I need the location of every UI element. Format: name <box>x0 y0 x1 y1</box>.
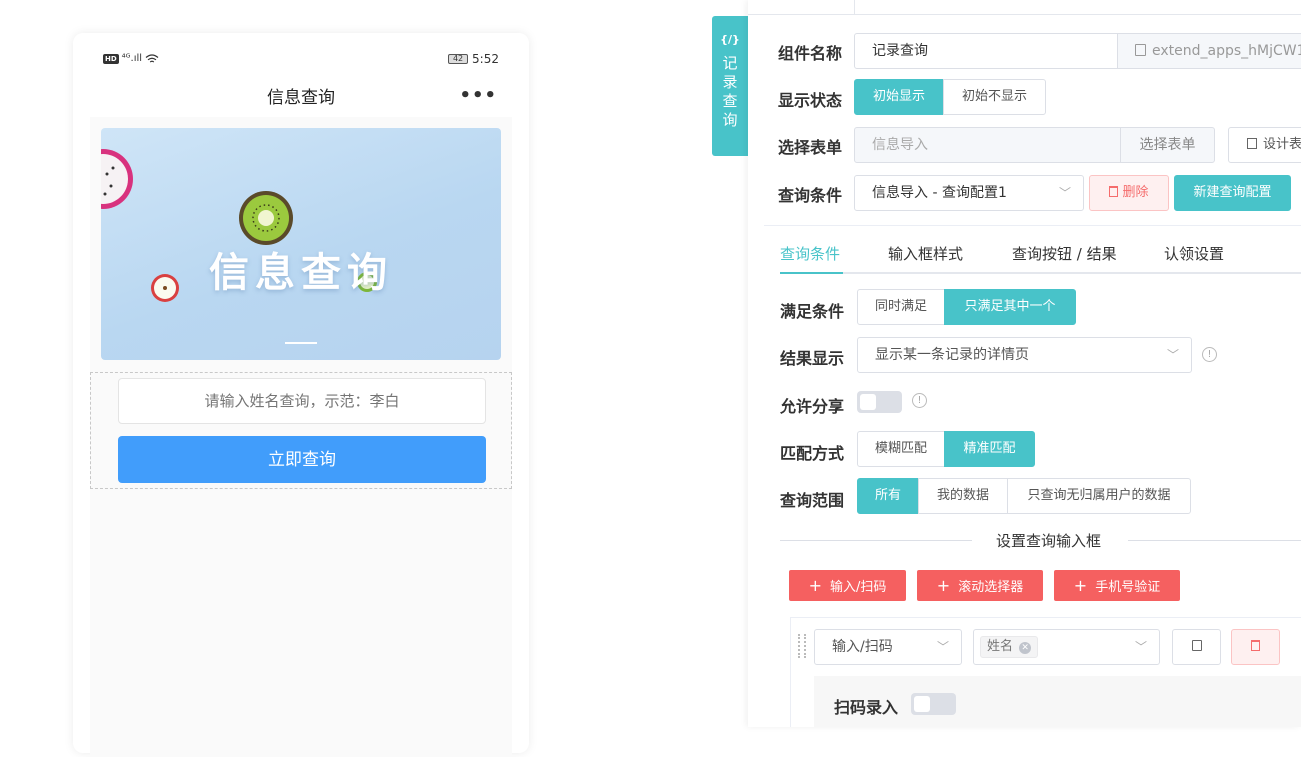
signal-icon: ⁴ᴳ.ıll <box>121 53 143 64</box>
satisfy-any-button[interactable]: 只满足其中一个 <box>944 289 1076 325</box>
input-settings-title: 设置查询输入框 <box>996 532 1102 550</box>
satisfy-condition-label: 满足条件 <box>780 302 845 321</box>
trash-icon <box>1109 186 1119 197</box>
add-phone-verify-button[interactable]: + 手机号验证 <box>1054 570 1180 601</box>
drag-handle-icon[interactable] <box>798 634 806 658</box>
field-tag-select[interactable]: 姓名 ✕ ﹀ <box>973 629 1160 665</box>
section-divider <box>764 225 1301 226</box>
chevron-down-icon: ﹀ <box>1166 348 1179 362</box>
divider-line-left <box>780 540 972 541</box>
tab-input-style[interactable]: 输入框样式 <box>888 243 963 264</box>
allow-share-toggle[interactable] <box>857 391 902 413</box>
query-section[interactable]: 立即查询 <box>90 372 512 489</box>
settings-panel: 组件名称 记录查询 extend_apps_hMjCW1 显示状态 初始显示 初… <box>748 0 1301 727</box>
delete-row-button[interactable] <box>1231 629 1280 665</box>
component-tab-record-query[interactable]: {/} 记录查询 <box>712 16 748 156</box>
component-name-input[interactable]: 记录查询 <box>854 33 1118 69</box>
add-input-scan-button[interactable]: + 输入/扫码 <box>789 570 906 601</box>
plus-icon: + <box>1073 576 1088 595</box>
scope-all-button[interactable]: 所有 <box>857 478 919 514</box>
more-icon[interactable]: ••• <box>459 85 497 106</box>
scan-entry-toggle[interactable] <box>911 693 956 715</box>
tab-claim-settings[interactable]: 认领设置 <box>1164 243 1224 264</box>
add-scroll-picker-button[interactable]: + 滚动选择器 <box>917 570 1043 601</box>
divider-line-right <box>1128 540 1301 541</box>
search-input[interactable] <box>118 378 486 424</box>
status-bar-right: 42 5:52 <box>448 52 499 66</box>
display-initial-button[interactable]: 初始显示 <box>854 79 944 115</box>
match-mode-label: 匹配方式 <box>780 444 845 463</box>
trash-icon <box>1251 640 1260 651</box>
tabs-baseline <box>780 272 1301 274</box>
info-icon[interactable]: ! <box>1202 347 1217 362</box>
search-button[interactable]: 立即查询 <box>118 436 486 483</box>
select-form-label: 选择表单 <box>778 138 843 157</box>
input-type-select[interactable]: 输入/扫码 ﹀ <box>814 629 962 665</box>
kiwi-icon <box>239 191 293 245</box>
phone-preview: HD ⁴ᴳ.ıll 42 5:52 信息查询 ••• 信息查询 请输入姓名查询，… <box>73 33 529 757</box>
banner-underline <box>285 342 317 344</box>
form-icon <box>1247 138 1257 149</box>
scope-mine-button[interactable]: 我的数据 <box>918 478 1008 514</box>
result-display-select[interactable]: 显示某一条记录的详情页 ﹀ <box>857 337 1192 373</box>
select-form-input[interactable]: 信息导入 <box>854 127 1122 163</box>
match-exact-button[interactable]: 精准匹配 <box>944 431 1035 467</box>
tab-query-condition[interactable]: 查询条件 <box>780 243 840 264</box>
status-bar-left: HD ⁴ᴳ.ıll <box>103 53 159 64</box>
wifi-icon <box>145 53 159 62</box>
banner-image: 信息查询 <box>101 128 501 360</box>
chevron-down-icon: ﹀ <box>1058 186 1071 200</box>
delete-config-button[interactable]: 删除 <box>1089 175 1169 211</box>
copy-row-button[interactable] <box>1172 629 1221 665</box>
phone-body: 信息查询 立即查询 <box>90 117 512 757</box>
battery-icon: 42 <box>448 54 469 64</box>
toggle-knob <box>860 394 876 410</box>
query-config-select[interactable]: 信息导入 - 查询配置1 ﹀ <box>854 175 1084 211</box>
allow-share-label: 允许分享 <box>780 397 845 416</box>
query-scope-label: 查询范围 <box>780 491 845 510</box>
chevron-down-icon: ﹀ <box>936 640 949 654</box>
match-fuzzy-button[interactable]: 模糊匹配 <box>857 431 945 467</box>
field-tag[interactable]: 姓名 ✕ <box>980 636 1039 658</box>
design-form-button[interactable]: 设计表 <box>1228 127 1301 163</box>
tab-query-button-result[interactable]: 查询按钮 / 结果 <box>1012 243 1117 264</box>
scan-entry-label: 扫码录入 <box>834 698 899 717</box>
copy-icon[interactable] <box>1135 44 1146 56</box>
code-icon: {/} <box>720 33 740 46</box>
plus-icon: + <box>936 576 951 595</box>
copy-icon <box>1191 640 1202 651</box>
top-tab-divider <box>854 0 855 15</box>
banner-title: 信息查询 <box>209 250 393 296</box>
new-query-config-button[interactable]: 新建查询配置 <box>1174 175 1291 211</box>
plus-icon: + <box>808 576 822 595</box>
component-id: extend_apps_hMjCW1 <box>1152 43 1301 59</box>
close-icon[interactable]: ✕ <box>1019 642 1032 654</box>
chevron-down-icon: ﹀ <box>1134 640 1147 654</box>
component-tab-label: 记录查询 <box>722 54 738 129</box>
display-hidden-button[interactable]: 初始不显示 <box>943 79 1046 115</box>
scope-unowned-button[interactable]: 只查询无归属用户的数据 <box>1007 478 1191 514</box>
query-condition-label: 查询条件 <box>778 186 843 205</box>
dragonfruit-icon <box>101 149 133 209</box>
component-id-field[interactable]: extend_apps_hMjCW1 <box>1117 33 1301 69</box>
result-display-label: 结果显示 <box>780 349 845 368</box>
select-form-button[interactable]: 选择表单 <box>1120 127 1215 163</box>
info-icon[interactable]: ! <box>912 393 927 408</box>
status-time: 5:52 <box>472 52 499 66</box>
display-status-label: 显示状态 <box>778 91 843 110</box>
top-tab-strip <box>748 0 1301 15</box>
active-tab-indicator <box>780 272 843 274</box>
satisfy-all-button[interactable]: 同时满足 <box>857 289 945 325</box>
hd-badge: HD <box>103 53 119 64</box>
component-name-label: 组件名称 <box>778 44 843 63</box>
toggle-knob <box>914 696 930 712</box>
